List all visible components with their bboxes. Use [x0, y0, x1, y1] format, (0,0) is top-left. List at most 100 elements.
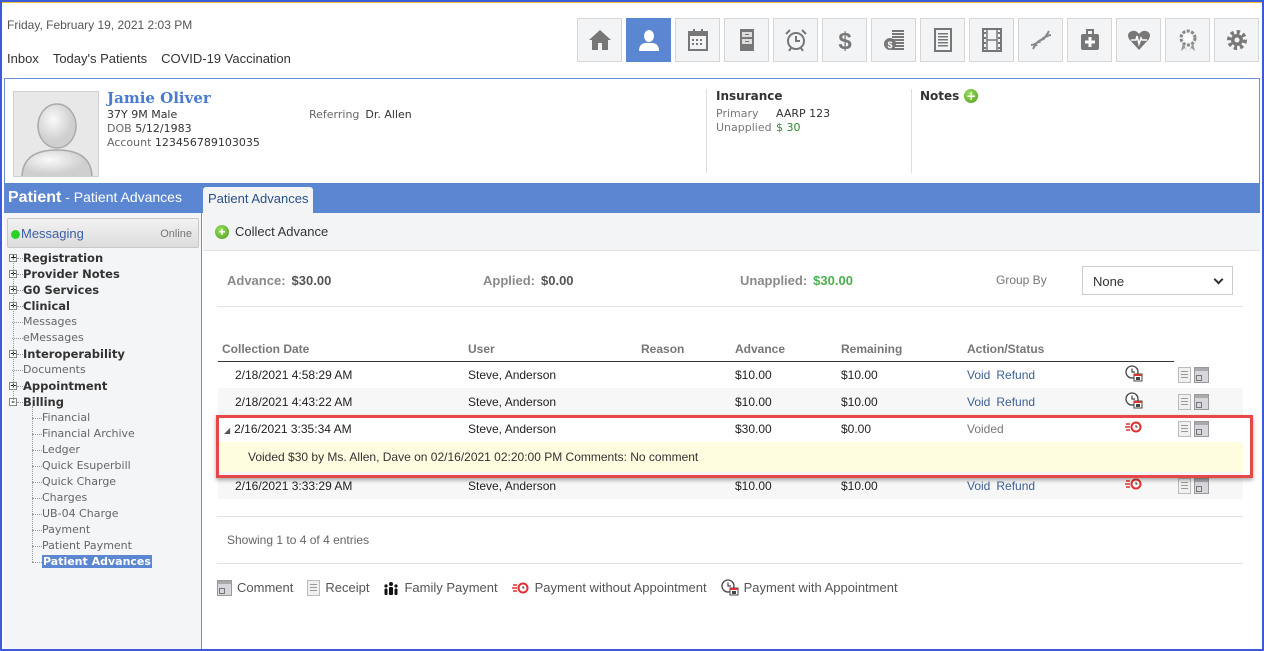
- sidebar-item-patient-advances[interactable]: Patient Advances: [8, 554, 152, 570]
- documents-button[interactable]: [920, 18, 965, 62]
- cell-row-actions: [1174, 415, 1243, 442]
- void-link[interactable]: Void: [967, 368, 990, 382]
- tab-patient-advances[interactable]: Patient Advances: [203, 187, 314, 213]
- payment-with-appointment-icon: [720, 579, 739, 596]
- home-icon: [588, 30, 611, 50]
- cell-payment-type: [1113, 415, 1174, 442]
- billing-button[interactable]: $: [822, 18, 867, 62]
- sidebar-item-emessages[interactable]: eMessages: [8, 330, 152, 346]
- cell-remaining: $10.00: [837, 388, 963, 415]
- alarm-button[interactable]: [773, 18, 818, 62]
- settings-button[interactable]: [1214, 18, 1259, 62]
- summary-unapplied: Unapplied: $30.00: [740, 273, 853, 288]
- receipt-icon[interactable]: [1177, 366, 1191, 383]
- collect-advance-button[interactable]: + Collect Advance: [215, 224, 328, 239]
- sidebar-item-clinical[interactable]: + Clinical: [8, 298, 152, 314]
- column-header[interactable]: Remaining: [837, 337, 963, 362]
- comment-icon[interactable]: [1193, 366, 1209, 383]
- void-link[interactable]: Void: [967, 395, 990, 409]
- tree-connector: [17, 258, 23, 259]
- add-note-icon[interactable]: +: [964, 89, 979, 103]
- messaging-box[interactable]: Messaging Online: [7, 218, 199, 248]
- column-header[interactable]: Advance: [731, 337, 837, 362]
- receipt-icon[interactable]: [1177, 393, 1191, 410]
- sidebar-item-patient-payment[interactable]: Patient Payment: [8, 538, 152, 554]
- table-row[interactable]: 2/18/2021 4:58:29 AM Steve, Anderson $10.0…: [218, 361, 1243, 388]
- messaging-label[interactable]: Messaging: [21, 226, 84, 241]
- table-row[interactable]: ◢ 2/16/2021 3:35:34 AM Steve, Anderson $30.…: [218, 415, 1243, 442]
- referring-value: Dr. Allen: [365, 108, 412, 121]
- void-link[interactable]: Void: [967, 479, 990, 493]
- sidebar-item-charges[interactable]: Charges: [8, 490, 152, 506]
- sidebar-item-provider-notes[interactable]: + Provider Notes: [8, 266, 152, 282]
- sidebar-item-label: Interoperability: [23, 347, 125, 361]
- sidebar-item-messages[interactable]: Messages: [8, 314, 152, 330]
- summary-applied: Applied: $0.00: [483, 273, 574, 288]
- vitals-button[interactable]: [1116, 18, 1161, 62]
- main-toolbar: $ $: [577, 18, 1259, 62]
- refund-link[interactable]: Refund: [996, 479, 1035, 493]
- media-button[interactable]: [969, 18, 1014, 62]
- dna-icon: [1030, 30, 1051, 50]
- top-links: Inbox Today's Patients COVID-19 Vaccinat…: [7, 51, 291, 66]
- tree-connector: [32, 514, 42, 515]
- refund-link[interactable]: Refund: [996, 368, 1035, 382]
- sidebar-item-quick-esuperbill[interactable]: Quick Esuperbill: [8, 458, 152, 474]
- cell-action-status: Voided: [963, 415, 1113, 442]
- column-header[interactable]: Collection Date: [218, 337, 464, 362]
- person-placeholder-icon: [21, 103, 93, 176]
- todays-patients-link[interactable]: Today's Patients: [53, 51, 147, 66]
- receipt-icon[interactable]: [1177, 477, 1191, 494]
- cell-payment-type: [1113, 472, 1174, 499]
- sidebar-item-payment[interactable]: Payment: [8, 522, 152, 538]
- calendar-button[interactable]: [675, 18, 720, 62]
- row-action-icons: [1177, 366, 1239, 383]
- sidebar-item-quick-charge[interactable]: Quick Charge: [8, 474, 152, 490]
- unapplied-label: Unapplied: [716, 121, 772, 134]
- cell-collection-date: 2/16/2021 3:33:29 AM: [218, 472, 464, 499]
- sidebar-item-documents[interactable]: Documents: [8, 362, 152, 378]
- file-cabinet-button[interactable]: [724, 18, 769, 62]
- patient-name[interactable]: Jamie Oliver: [107, 89, 211, 107]
- column-header[interactable]: User: [464, 337, 637, 362]
- comment-icon[interactable]: [1193, 393, 1209, 410]
- inbox-link[interactable]: Inbox: [7, 51, 39, 66]
- home-button[interactable]: [577, 18, 622, 62]
- column-header[interactable]: Action/Status: [963, 337, 1113, 362]
- comment-icon[interactable]: [1193, 420, 1209, 437]
- sidebar-item-g0-services[interactable]: + G0 Services: [8, 282, 152, 298]
- table-row[interactable]: 2/16/2021 3:33:29 AM Steve, Anderson $10.0…: [218, 472, 1243, 499]
- comment-icon[interactable]: [1193, 477, 1209, 494]
- receipt-icon[interactable]: [1177, 420, 1191, 437]
- sidebar-item-appointment[interactable]: + Appointment: [8, 378, 152, 394]
- group-by-select[interactable]: None: [1082, 266, 1233, 295]
- refund-link[interactable]: Refund: [996, 395, 1035, 409]
- awards-button[interactable]: [1165, 18, 1210, 62]
- payment-with-appointment-icon: [1125, 365, 1143, 385]
- table-row[interactable]: 2/18/2021 4:43:22 AM Steve, Anderson $10.0…: [218, 388, 1243, 415]
- sidebar-item-financial-archive[interactable]: Financial Archive: [8, 426, 152, 442]
- patient-button[interactable]: [626, 18, 671, 62]
- cell-user: Steve, Anderson: [464, 388, 637, 415]
- sidebar-item-ledger[interactable]: Ledger: [8, 442, 152, 458]
- sidebar-item-registration[interactable]: + Registration: [8, 250, 152, 266]
- advances-table: Collection Date User Reason Advance Remainin…: [218, 337, 1243, 499]
- collapse-row-icon[interactable]: ◢: [224, 426, 230, 435]
- covid-vaccination-link[interactable]: COVID-19 Vaccination: [161, 51, 291, 66]
- sidebar-item-ub-04-charge[interactable]: UB-04 Charge: [8, 506, 152, 522]
- column-header[interactable]: Reason: [637, 337, 731, 362]
- sidebar-item-label: Clinical: [23, 299, 70, 313]
- sidebar: Messaging Online + Registration + Provider …: [4, 213, 202, 649]
- applied-value: $0.00: [541, 273, 574, 288]
- chevron-down-icon: [1213, 274, 1224, 285]
- sidebar-item-label: Financial: [42, 411, 91, 424]
- sidebar-item-interoperability[interactable]: + Interoperability: [8, 346, 152, 362]
- sidebar-item-billing[interactable]: - Billing: [8, 394, 152, 410]
- legend-comment: Comment: [217, 579, 293, 596]
- medical-button[interactable]: [1067, 18, 1112, 62]
- payments-button[interactable]: $: [871, 18, 916, 62]
- genomics-button[interactable]: [1018, 18, 1063, 62]
- tree-connector: [17, 354, 23, 355]
- sidebar-item-financial[interactable]: Financial: [8, 410, 152, 426]
- cell-reason: [637, 361, 731, 388]
